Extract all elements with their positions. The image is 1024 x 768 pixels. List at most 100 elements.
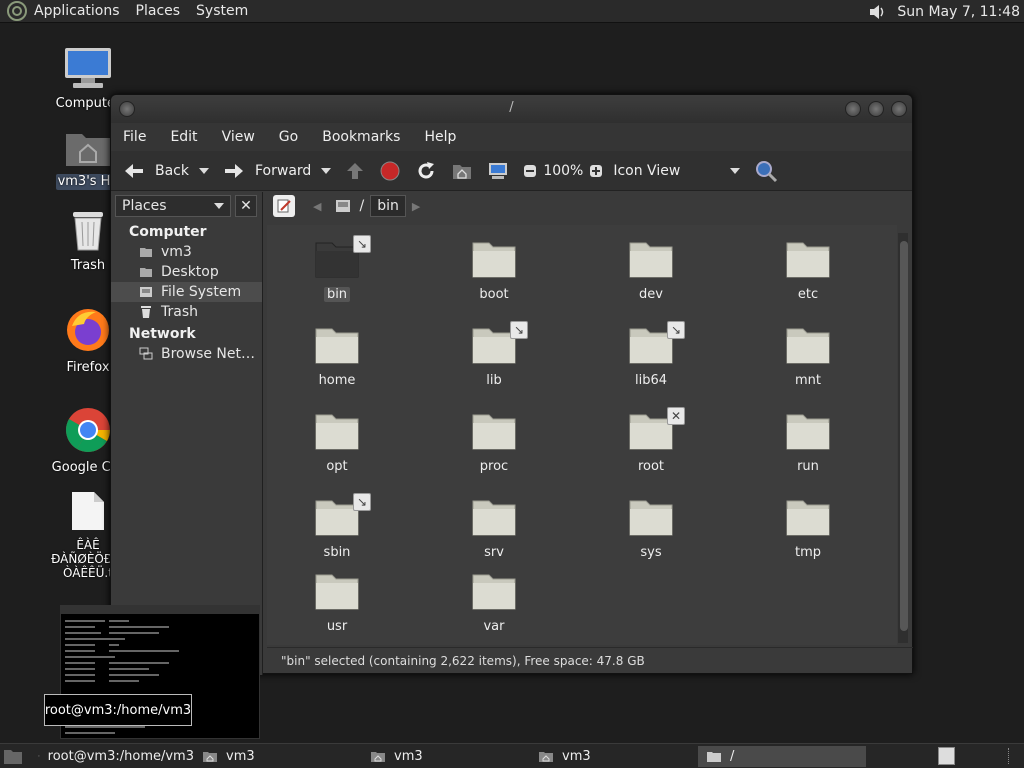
panel-handle[interactable] <box>1008 748 1018 764</box>
zoom-out-button[interactable] <box>523 164 537 178</box>
file-item-label: var <box>483 619 505 634</box>
breadcrumb-left-arrow-icon[interactable]: ◀ <box>313 200 321 213</box>
sidebar-item-label: File System <box>161 284 242 300</box>
up-button[interactable] <box>345 161 365 181</box>
menu-bookmarks[interactable]: Bookmarks <box>322 129 400 145</box>
menu-go[interactable]: Go <box>279 129 298 145</box>
file-item-label: mnt <box>795 373 821 388</box>
location-bar: ◀ / bin ▶ <box>267 192 913 220</box>
panel-tray: Sun May 7, 11:48 <box>867 0 1020 23</box>
breadcrumb-root[interactable]: / <box>329 195 370 217</box>
computer-button[interactable] <box>487 161 509 181</box>
file-item-home[interactable]: home <box>287 325 387 388</box>
file-item-etc[interactable]: etc <box>758 239 858 302</box>
sidebar-item-label: vm3 <box>161 244 192 260</box>
sidebar: Places ✕ Computer vm3 Desktop File Syste… <box>111 192 263 675</box>
chevron-down-icon <box>730 167 741 174</box>
status-bar: "bin" selected (containing 2,622 items),… <box>267 647 913 674</box>
applications-menu[interactable]: Applications <box>34 3 120 19</box>
zoom-in-button[interactable] <box>589 164 603 178</box>
sidebar-close-button[interactable]: ✕ <box>235 195 257 217</box>
workspace-switcher[interactable] <box>938 747 955 765</box>
file-item-boot[interactable]: boot <box>444 239 544 302</box>
file-item-tmp[interactable]: tmp <box>758 497 858 560</box>
file-item-srv[interactable]: srv <box>444 497 544 560</box>
task-vm3-3[interactable]: vm3 <box>530 746 698 767</box>
clock[interactable]: Sun May 7, 11:48 <box>897 4 1020 20</box>
home-icon <box>453 164 472 179</box>
task-vm3-2[interactable]: vm3 <box>362 746 530 767</box>
task-label: vm3 <box>226 748 255 764</box>
status-text: "bin" selected (containing 2,622 items),… <box>281 654 645 668</box>
edit-location-button[interactable] <box>273 195 295 217</box>
desktop-folder-icon <box>140 268 152 277</box>
menubar: File Edit View Go Bookmarks Help <box>111 123 912 151</box>
menu-edit[interactable]: Edit <box>170 129 197 145</box>
chrome-icon <box>66 408 110 452</box>
file-item-sys[interactable]: sys <box>601 497 701 560</box>
folder-icon <box>472 500 516 536</box>
breadcrumb-right-arrow-icon[interactable]: ▶ <box>412 200 420 213</box>
task-vm3-1[interactable]: vm3 <box>194 746 362 767</box>
chevron-down-icon[interactable] <box>199 167 209 174</box>
firefox-icon <box>67 309 109 351</box>
forward-button[interactable]: Forward <box>223 161 332 181</box>
drive-icon <box>140 287 152 297</box>
menu-help[interactable]: Help <box>424 129 456 145</box>
breadcrumb-bin[interactable]: bin <box>370 195 406 217</box>
close-icon: ✕ <box>240 198 252 214</box>
window-titlebar[interactable]: / <box>111 95 912 123</box>
places-menu[interactable]: Places <box>136 3 181 19</box>
scrollbar-thumb[interactable] <box>900 241 908 631</box>
file-item-opt[interactable]: opt <box>287 411 387 474</box>
text-file-icon <box>72 492 104 530</box>
close-button[interactable] <box>891 101 907 117</box>
file-item-root[interactable]: root ✕ <box>601 407 701 474</box>
sidebar-item-file-system[interactable]: File System <box>111 282 262 302</box>
sidebar-item-browse-network[interactable]: Browse Net… <box>111 344 262 364</box>
sidebar-item-label: Browse Net… <box>161 346 256 362</box>
file-item-sbin[interactable]: sbin ↘ <box>287 493 387 560</box>
file-item-lib[interactable]: lib ↘ <box>444 321 544 388</box>
distro-logo-icon[interactable] <box>6 0 28 22</box>
system-menu[interactable]: System <box>196 3 248 19</box>
task-label: root@vm3:/home/vm3 <box>47 748 194 764</box>
reload-button[interactable] <box>415 160 437 182</box>
task-root-folder[interactable]: / <box>698 745 866 767</box>
file-item-label: dev <box>639 287 663 302</box>
file-item-run[interactable]: run <box>758 411 858 474</box>
maximize-button[interactable] <box>868 101 884 117</box>
back-button[interactable]: Back <box>123 161 209 181</box>
folder-icon <box>472 414 516 450</box>
task-terminal[interactable]: root@vm3:/home/vm3 <box>30 746 194 767</box>
file-item-bin[interactable]: bin ↘ <box>287 235 387 302</box>
menu-file[interactable]: File <box>123 129 146 145</box>
file-manager-window: / File Edit View Go Bookmarks Help Back … <box>110 94 913 675</box>
sidebar-item-vm3[interactable]: vm3 <box>111 242 262 262</box>
computer-icon <box>489 162 508 179</box>
chevron-down-icon[interactable] <box>321 167 332 174</box>
file-item-mnt[interactable]: mnt <box>758 325 858 388</box>
sidebar-item-label: Desktop <box>161 264 219 280</box>
volume-icon[interactable] <box>867 2 887 22</box>
minimize-button[interactable] <box>845 101 861 117</box>
view-mode-select[interactable]: Icon View <box>613 163 741 179</box>
places-select[interactable]: Places <box>115 195 231 217</box>
file-item-proc[interactable]: proc <box>444 411 544 474</box>
file-item-usr[interactable]: usr <box>287 571 387 634</box>
file-item-lib64[interactable]: lib64 ↘ <box>601 321 701 388</box>
folder-icon <box>315 328 359 364</box>
stop-button[interactable] <box>379 160 401 182</box>
menu-view[interactable]: View <box>222 129 255 145</box>
home-folder-icon <box>203 752 217 762</box>
sidebar-group-computer: Computer <box>129 224 207 240</box>
sidebar-item-desktop[interactable]: Desktop <box>111 262 262 282</box>
file-item-dev[interactable]: dev <box>601 239 701 302</box>
show-desktop-icon[interactable] <box>2 746 24 766</box>
home-button[interactable] <box>451 161 473 181</box>
taskbar-tooltip: root@vm3:/home/vm3 <box>44 694 192 726</box>
file-item-var[interactable]: var <box>444 571 544 634</box>
sidebar-item-trash[interactable]: Trash <box>111 302 262 322</box>
search-button[interactable] <box>754 159 778 183</box>
top-panel: Applications Places System Sun May 7, 11… <box>0 0 1024 23</box>
